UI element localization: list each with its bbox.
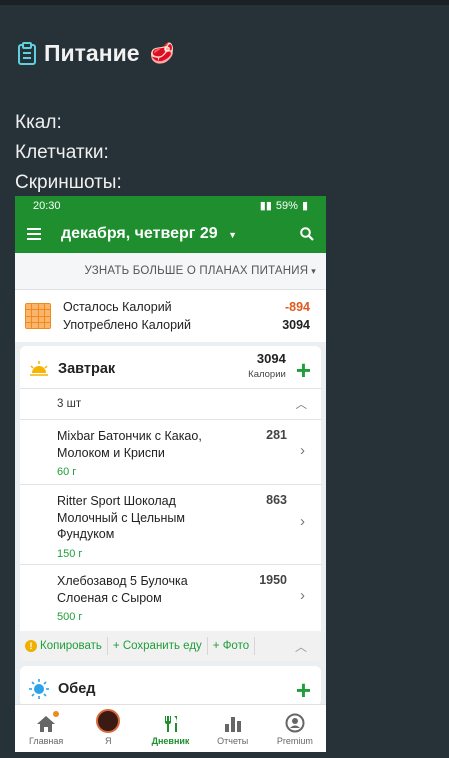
- notification-dot: [53, 711, 60, 717]
- chevron-right-icon: ›: [300, 442, 305, 459]
- add-breakfast-button[interactable]: +: [296, 357, 311, 383]
- chevron-right-icon: ›: [300, 513, 305, 530]
- status-time: 20:30: [33, 199, 61, 212]
- food-item-kcal: 863: [266, 493, 287, 507]
- food-item-name: Ritter Sport Шоколад Молочный с Цельным …: [57, 494, 185, 541]
- food-item-weight: 60 г: [57, 466, 77, 478]
- breakfast-title: Завтрак: [58, 361, 116, 377]
- lunch-header: Обед +: [20, 666, 321, 709]
- remaining-value: -894: [284, 300, 310, 314]
- bottom-nav: Главная Я Дневник Отчеты Premium: [15, 704, 326, 752]
- food-item-kcal: 1950: [259, 573, 287, 587]
- nav-premium[interactable]: Premium: [264, 705, 326, 752]
- home-icon: [37, 716, 56, 732]
- menu-icon[interactable]: [27, 228, 41, 240]
- breakfast-kcal-unit: Калории: [248, 369, 286, 380]
- steak-icon: 🥩: [149, 43, 175, 65]
- copy-button[interactable]: ! Копировать: [20, 637, 108, 655]
- date-selector[interactable]: декабря, четверг 29 ▼: [61, 225, 300, 243]
- nav-home-label: Главная: [28, 736, 64, 746]
- premium-icon: [285, 713, 305, 733]
- breakfast-actions: ! Копировать + Сохранить еду + Фото ︿: [20, 631, 321, 661]
- avatar: [96, 709, 121, 733]
- save-food-button[interactable]: + Сохранить еду: [108, 637, 208, 655]
- food-item[interactable]: Ritter Sport Шоколад Молочный с Цельным …: [20, 485, 321, 565]
- food-item-name: Хлебозавод 5 Булочка Слоеная с Сыром: [57, 574, 188, 605]
- food-item-name: Mixbar Батончик с Какао, Молоком и Крисп…: [57, 429, 202, 460]
- dropdown-icon: ▼: [228, 230, 238, 240]
- note-title-text: Питание: [44, 40, 140, 66]
- bar-chart-icon: [224, 717, 241, 732]
- plans-link[interactable]: УЗНАТЬ БОЛЬШЕ О ПЛАНАХ ПИТАНИЯ ▾: [15, 253, 326, 290]
- sunrise-icon: [30, 361, 48, 376]
- nav-diary[interactable]: Дневник: [139, 705, 201, 752]
- plans-link-label: УЗНАТЬ БОЛЬШЕ О ПЛАНАХ ПИТАНИЯ: [84, 265, 309, 277]
- breakfast-count-row[interactable]: 3 шт ︿: [20, 389, 321, 420]
- nav-reports-label: Отчеты: [217, 736, 249, 746]
- food-item[interactable]: Mixbar Батончик с Какао, Молоком и Крисп…: [20, 420, 321, 485]
- warning-icon: !: [25, 640, 37, 652]
- calorie-grid-icon: [25, 303, 51, 329]
- consumed-value: 3094: [282, 318, 310, 332]
- note-title: Питание 🥩: [16, 40, 174, 67]
- nav-diary-label: Дневник: [151, 736, 190, 746]
- add-lunch-button[interactable]: +: [296, 677, 311, 703]
- copy-label: Копировать: [40, 640, 102, 652]
- status-battery: 59%: [275, 199, 298, 212]
- app-bar: декабря, четверг 29 ▼: [15, 215, 326, 253]
- food-item-kcal: 281: [266, 428, 287, 442]
- nav-me-label: Я: [105, 736, 112, 746]
- chevron-up-icon: ︿: [295, 399, 308, 411]
- status-bar: 20:30 ▮▮ 59% ▮: [15, 196, 326, 215]
- breakfast-kcal: 3094: [256, 351, 286, 366]
- field-kcal: Ккал:: [15, 112, 62, 133]
- nav-home[interactable]: Главная: [15, 705, 77, 752]
- food-item-weight: 500 г: [57, 611, 83, 623]
- nav-me[interactable]: Я: [77, 705, 139, 752]
- food-item[interactable]: Хлебозавод 5 Булочка Слоеная с Сыром 500…: [20, 565, 321, 631]
- fork-knife-icon: [164, 716, 177, 732]
- collapse-icon[interactable]: ︿: [295, 638, 307, 655]
- window-top-strip: [0, 0, 449, 5]
- signal-icon: ▮▮: [259, 200, 272, 212]
- date-label: декабря, четверг 29: [61, 225, 218, 242]
- chevron-right-icon: ›: [300, 587, 305, 604]
- calorie-summary: Осталось Калорий Употреблено Калорий -89…: [15, 290, 326, 342]
- remaining-label: Осталось Калорий: [63, 300, 172, 314]
- lunch-title: Обед: [58, 681, 96, 697]
- nav-reports[interactable]: Отчеты: [202, 705, 264, 752]
- chevron-down-icon: ▾: [311, 265, 316, 276]
- nav-premium-label: Premium: [276, 736, 313, 746]
- add-photo-button[interactable]: + Фото: [208, 637, 256, 655]
- search-icon[interactable]: [300, 227, 314, 241]
- phone-screenshot: 20:30 ▮▮ 59% ▮ декабря, четверг 29 ▼ УЗН…: [15, 196, 326, 752]
- sun-icon: [29, 679, 49, 699]
- food-item-weight: 150 г: [57, 547, 83, 560]
- battery-icon: ▮: [301, 200, 308, 212]
- consumed-label: Употреблено Калорий: [63, 318, 192, 332]
- clipboard-icon: [18, 41, 36, 65]
- breakfast-header: Завтрак 3094 Калории +: [20, 346, 321, 389]
- lunch-card: Обед +: [20, 666, 321, 706]
- field-screenshots: Скриншоты:: [15, 172, 122, 193]
- breakfast-card: Завтрак 3094 Калории + 3 шт ︿ Mixbar Бат…: [20, 346, 321, 661]
- breakfast-count: 3 шт: [57, 398, 82, 410]
- field-fiber: Клетчатки:: [15, 142, 109, 163]
